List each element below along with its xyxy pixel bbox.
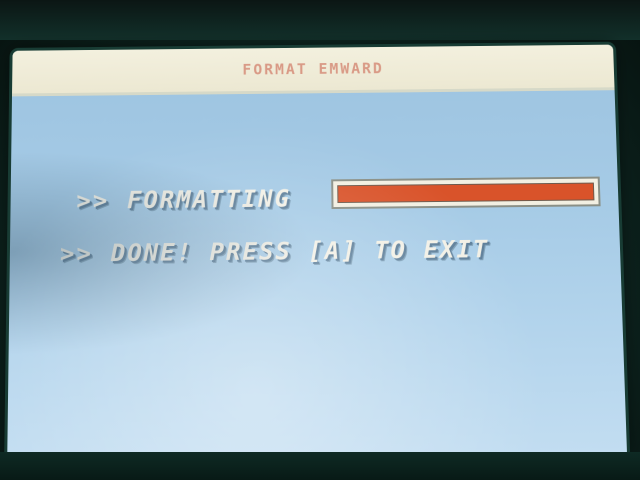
done-arrow-icon: >> bbox=[59, 239, 93, 268]
app-title: FORMAT EMWARD bbox=[242, 59, 384, 79]
device-bezel-bottom bbox=[0, 452, 640, 480]
console-screen: FORMAT EMWARD >> FORMATTING >> DONE! PRE… bbox=[7, 44, 628, 461]
progress-fill bbox=[338, 183, 594, 203]
device-bezel-top bbox=[0, 0, 640, 40]
formatting-arrow-icon: >> bbox=[76, 186, 110, 215]
formatting-status-row: >> FORMATTING bbox=[76, 185, 291, 215]
formatting-label: FORMATTING bbox=[127, 184, 292, 215]
handheld-device: FORMAT EMWARD >> FORMATTING >> DONE! PRE… bbox=[0, 0, 640, 480]
title-bar: FORMAT EMWARD bbox=[11, 44, 615, 97]
format-progress-bar bbox=[331, 176, 601, 210]
done-message: DONE! PRESS [A] TO EXIT bbox=[110, 235, 490, 268]
progress-track bbox=[337, 182, 595, 204]
done-message-row: >> DONE! PRESS [A] TO EXIT bbox=[60, 235, 490, 267]
